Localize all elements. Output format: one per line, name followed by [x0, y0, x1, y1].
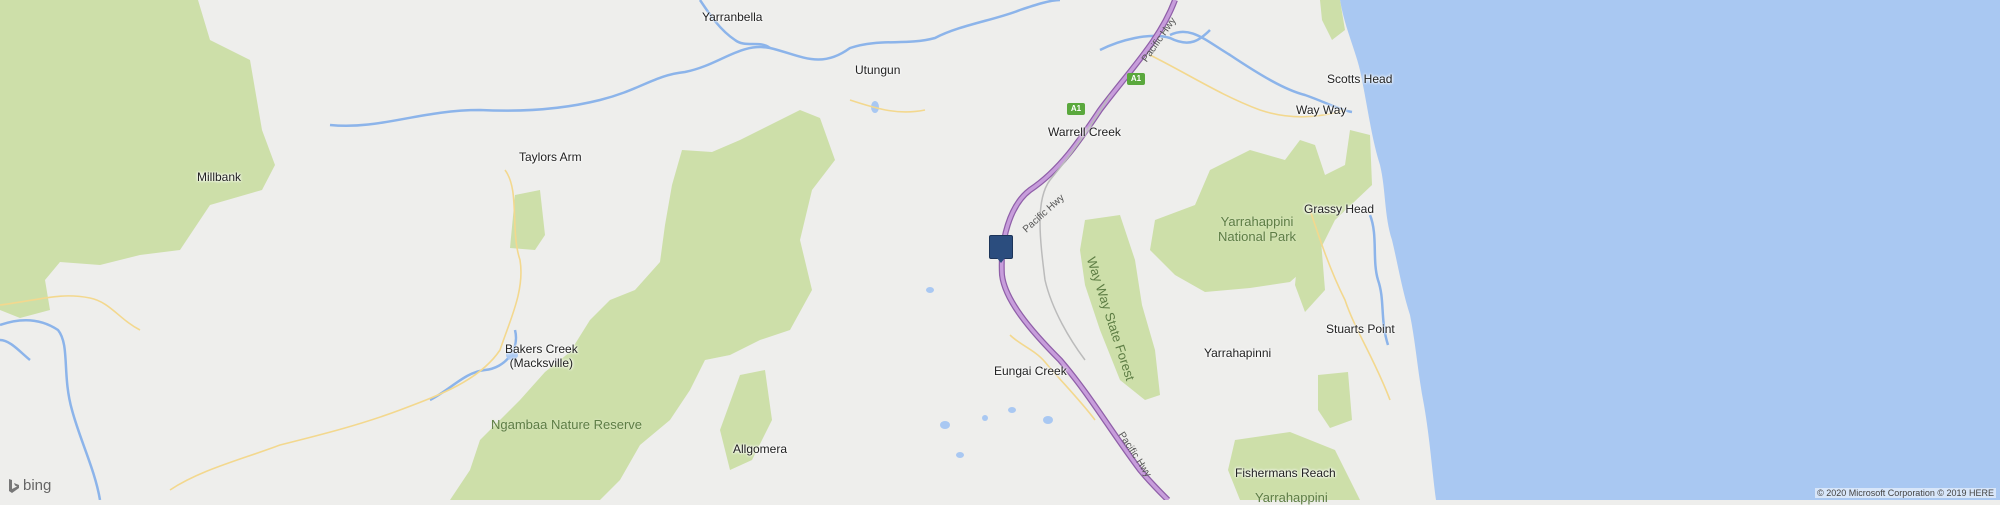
lake-3	[940, 421, 950, 429]
place-allgomera[interactable]: Allgomera	[733, 442, 787, 456]
lake-5	[1043, 416, 1053, 424]
bing-logo-text: bing	[23, 477, 52, 494]
place-warrell-creek[interactable]: Warrell Creek	[1048, 125, 1121, 139]
place-millbank[interactable]: Millbank	[197, 170, 241, 184]
park-label-yarrahappini-np: Yarrahappini National Park	[1218, 214, 1297, 244]
place-bakers-creek[interactable]: Bakers Creek (Macksville)	[505, 342, 578, 370]
place-grassy-head[interactable]: Grassy Head	[1304, 202, 1374, 216]
bing-logo-icon	[9, 478, 19, 493]
place-taylors-arm[interactable]: Taylors Arm	[519, 150, 582, 164]
place-scotts-head[interactable]: Scotts Head	[1327, 72, 1392, 86]
lake-7	[956, 452, 964, 458]
park-label-yarrahappini-bottom: Yarrahappini	[1255, 490, 1328, 505]
place-yarranbella[interactable]: Yarranbella	[702, 10, 762, 24]
location-marker-square-icon[interactable]	[989, 235, 1013, 263]
route-shield-a1: A1	[1127, 73, 1145, 85]
place-eungai-creek[interactable]: Eungai Creek	[994, 364, 1067, 378]
route-shield-a1: A1	[1067, 103, 1085, 115]
lake-4	[1008, 407, 1016, 413]
lake-2	[926, 287, 934, 293]
place-yarrahapinni[interactable]: Yarrahapinni	[1204, 346, 1271, 360]
park-label-ngambaa: Ngambaa Nature Reserve	[491, 417, 643, 432]
bing-logo[interactable]: bing	[8, 477, 51, 494]
place-utungun[interactable]: Utungun	[855, 63, 900, 77]
copyright-notice: © 2020 Microsoft Corporation © 2019 HERE	[1815, 488, 1996, 498]
place-fishermans-reach[interactable]: Fishermans Reach	[1235, 466, 1336, 480]
place-way-way[interactable]: Way Way	[1296, 103, 1346, 117]
ocean	[1340, 0, 2000, 500]
lake-6	[982, 415, 988, 421]
place-stuarts-point[interactable]: Stuarts Point	[1326, 322, 1395, 336]
